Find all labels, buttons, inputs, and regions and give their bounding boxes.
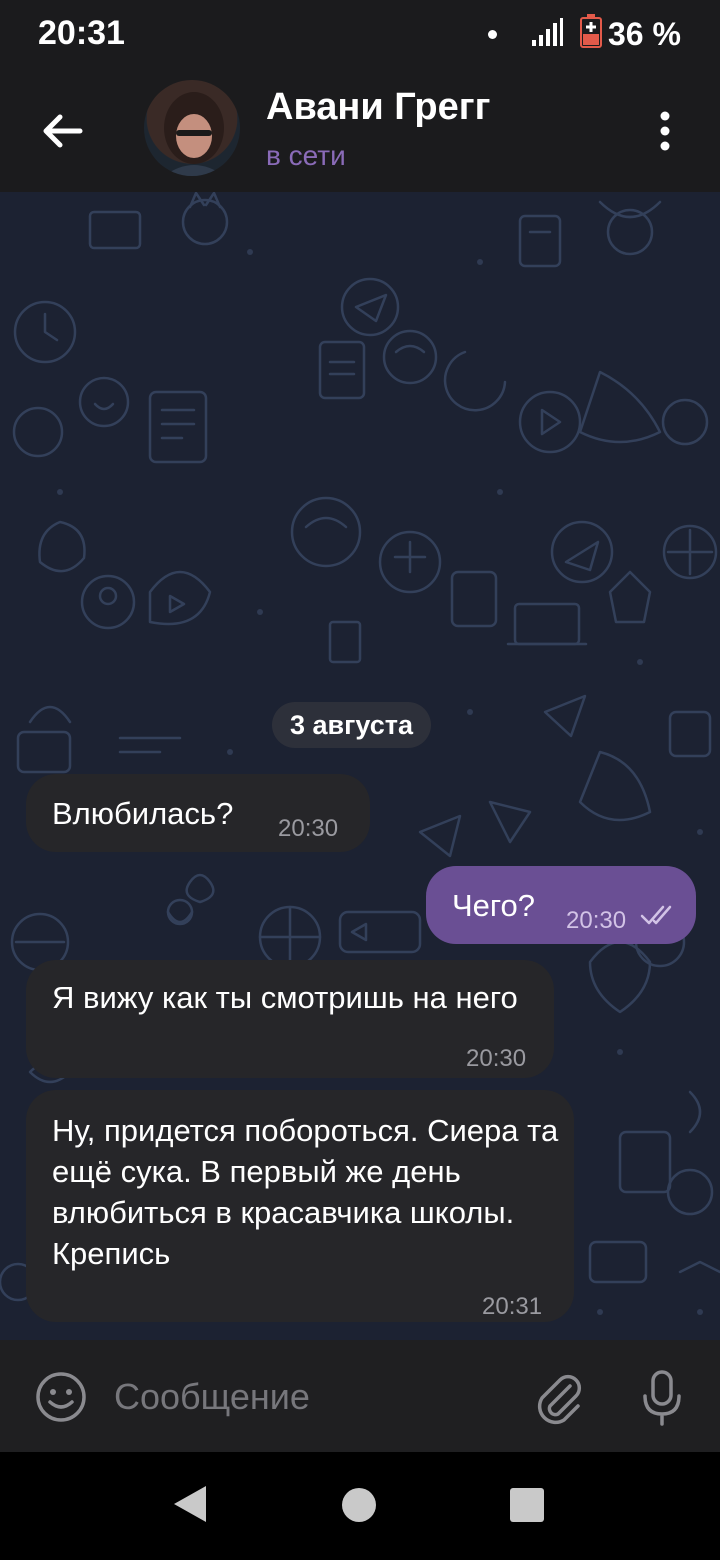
status-time: 20:31 — [38, 14, 125, 52]
message-time: 20:30 — [466, 1045, 527, 1072]
chat-header: Авани Грегг в сети — [0, 66, 720, 192]
date-separator: 3 августа — [272, 702, 431, 748]
nav-home-icon[interactable] — [342, 1488, 376, 1522]
message-bubble-incoming[interactable]: Я вижу как ты смотришь на него 20:30 — [26, 960, 554, 1078]
mic-icon[interactable] — [638, 1368, 686, 1428]
message-bubble-outgoing[interactable]: Чего? 20:30 — [426, 866, 696, 944]
message-time: 20:30 — [566, 907, 627, 934]
avatar[interactable] — [144, 80, 240, 176]
message-input[interactable] — [112, 1370, 516, 1424]
more-vert-icon[interactable] — [650, 106, 680, 156]
message-composer — [0, 1340, 720, 1452]
nav-recents-icon[interactable] — [510, 1488, 544, 1522]
message-bubble-incoming[interactable]: Влюбилась? 20:30 — [26, 774, 370, 852]
attach-icon[interactable] — [530, 1370, 586, 1426]
arrow-back-icon[interactable] — [38, 106, 88, 156]
signal-icon — [532, 18, 563, 46]
nav-back-icon[interactable] — [170, 1482, 210, 1526]
contact-name[interactable]: Авани Грегг — [266, 86, 490, 129]
double-check-icon — [640, 905, 672, 925]
status-bar: 20:31 36 % — [0, 0, 720, 66]
message-text: Ну, придется побороться. Сиера та ещё су… — [52, 1113, 559, 1271]
system-nav-bar — [0, 1452, 720, 1560]
battery-icon — [580, 14, 602, 48]
message-text: Я вижу как ты смотришь на него — [52, 980, 518, 1015]
message-text: Влюбилась? — [52, 796, 234, 831]
emoji-icon[interactable] — [34, 1370, 88, 1424]
battery-percentage: 36 % — [608, 16, 681, 52]
contact-status: в сети — [266, 140, 346, 171]
message-text: Чего? — [452, 888, 536, 923]
chat-area[interactable]: 3 августа Влюбилась? 20:30 Чего? 20:30 Я… — [0, 192, 720, 1340]
message-time: 20:31 — [482, 1293, 543, 1320]
notification-dot-icon — [488, 30, 497, 39]
message-time: 20:30 — [278, 815, 339, 842]
message-bubble-incoming[interactable]: Ну, придется побороться. Сиера та ещё су… — [26, 1090, 574, 1322]
